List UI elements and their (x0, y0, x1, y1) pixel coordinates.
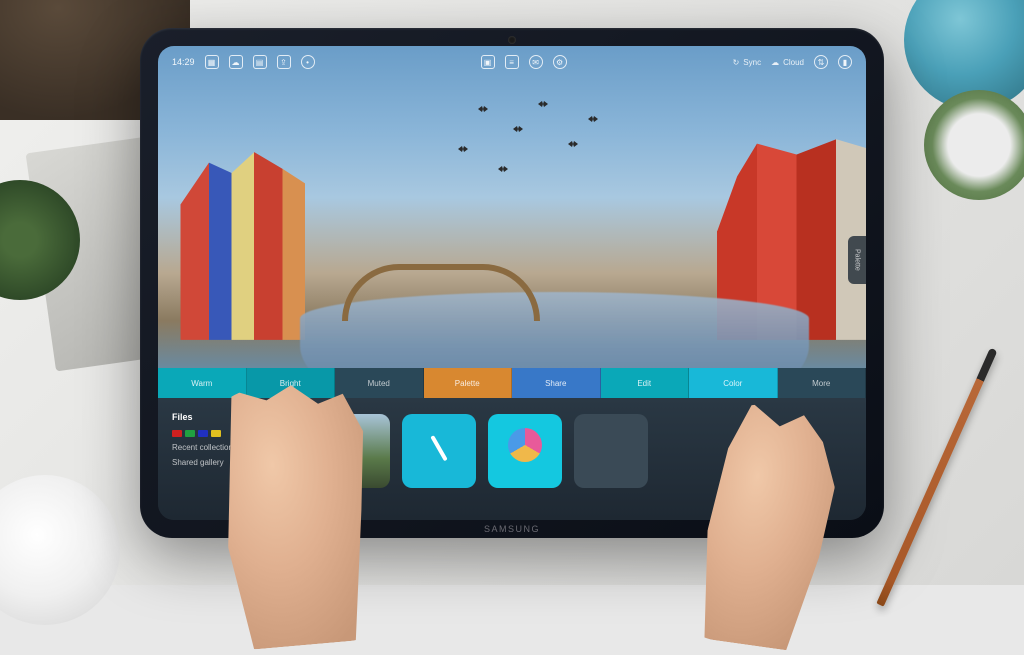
bird-silhouette (513, 126, 523, 132)
bird-silhouette (538, 101, 548, 107)
bird-silhouette (588, 116, 598, 122)
status-sync-label: Sync (743, 58, 761, 67)
color-flag-3[interactable] (211, 430, 221, 437)
filter-tab-7[interactable]: More (778, 368, 867, 398)
device-brand-label: SAMSUNG (484, 524, 540, 534)
apps-icon[interactable]: ▦ (205, 55, 219, 69)
sync-icon: ↻ (733, 58, 740, 67)
filter-tab-3[interactable]: Palette (424, 368, 513, 398)
filter-tab-2[interactable]: Muted (335, 368, 424, 398)
color-flag-2[interactable] (198, 430, 208, 437)
cloud-small-icon: ☁ (771, 58, 779, 67)
color-flag-0[interactable] (172, 430, 182, 437)
dock-tile-gray[interactable] (574, 414, 648, 488)
filter-tab-4[interactable]: Share (512, 368, 601, 398)
filter-tab-5[interactable]: Edit (601, 368, 690, 398)
gallery-icon[interactable]: ▣ (481, 55, 495, 69)
canvas-bridge (342, 264, 540, 321)
bird-silhouette (568, 141, 578, 147)
status-left-cluster: 14:29 ▦ ☁ ▤ ⇪ • (172, 55, 315, 69)
side-palette-label: Palette (854, 249, 861, 271)
dock-tile-color[interactable] (488, 414, 562, 488)
front-camera (508, 36, 516, 44)
filter-tab-strip: WarmBrightMutedPaletteShareEditColorMore (158, 368, 866, 398)
layers-icon[interactable]: ≡ (505, 55, 519, 69)
filter-tab-0[interactable]: Warm (158, 368, 247, 398)
chat-icon[interactable]: ✉ (529, 55, 543, 69)
bird-silhouette (478, 106, 488, 112)
side-palette-tab[interactable]: Palette (848, 236, 866, 284)
cloud-icon[interactable]: ☁ (229, 55, 243, 69)
color-flag-1[interactable] (185, 430, 195, 437)
person-icon[interactable]: • (301, 55, 315, 69)
status-right-cluster: ↻ Sync ☁ Cloud ⇅ ▮ (733, 55, 852, 69)
settings-icon[interactable]: ⚙ (553, 55, 567, 69)
status-cloud-label: Cloud (783, 58, 804, 67)
filter-tab-6[interactable]: Color (689, 368, 778, 398)
wifi-icon: ⇅ (814, 55, 828, 69)
bird-silhouette (498, 166, 508, 172)
status-time: 14:29 (172, 57, 195, 67)
status-bar: 14:29 ▦ ☁ ▤ ⇪ • ▣ ≡ ✉ ⚙ ↻ Sync ☁ (158, 52, 866, 72)
status-center-cluster: ▣ ≡ ✉ ⚙ (481, 55, 567, 69)
grid-icon[interactable]: ▤ (253, 55, 267, 69)
share-icon[interactable]: ⇪ (277, 55, 291, 69)
dock-tile-draw[interactable] (402, 414, 476, 488)
battery-icon: ▮ (838, 55, 852, 69)
bird-silhouette (458, 146, 468, 152)
status-cloud-pill[interactable]: ☁ Cloud (771, 58, 804, 67)
status-sync-pill[interactable]: ↻ Sync (733, 58, 762, 67)
succulent-prop (924, 90, 1024, 200)
